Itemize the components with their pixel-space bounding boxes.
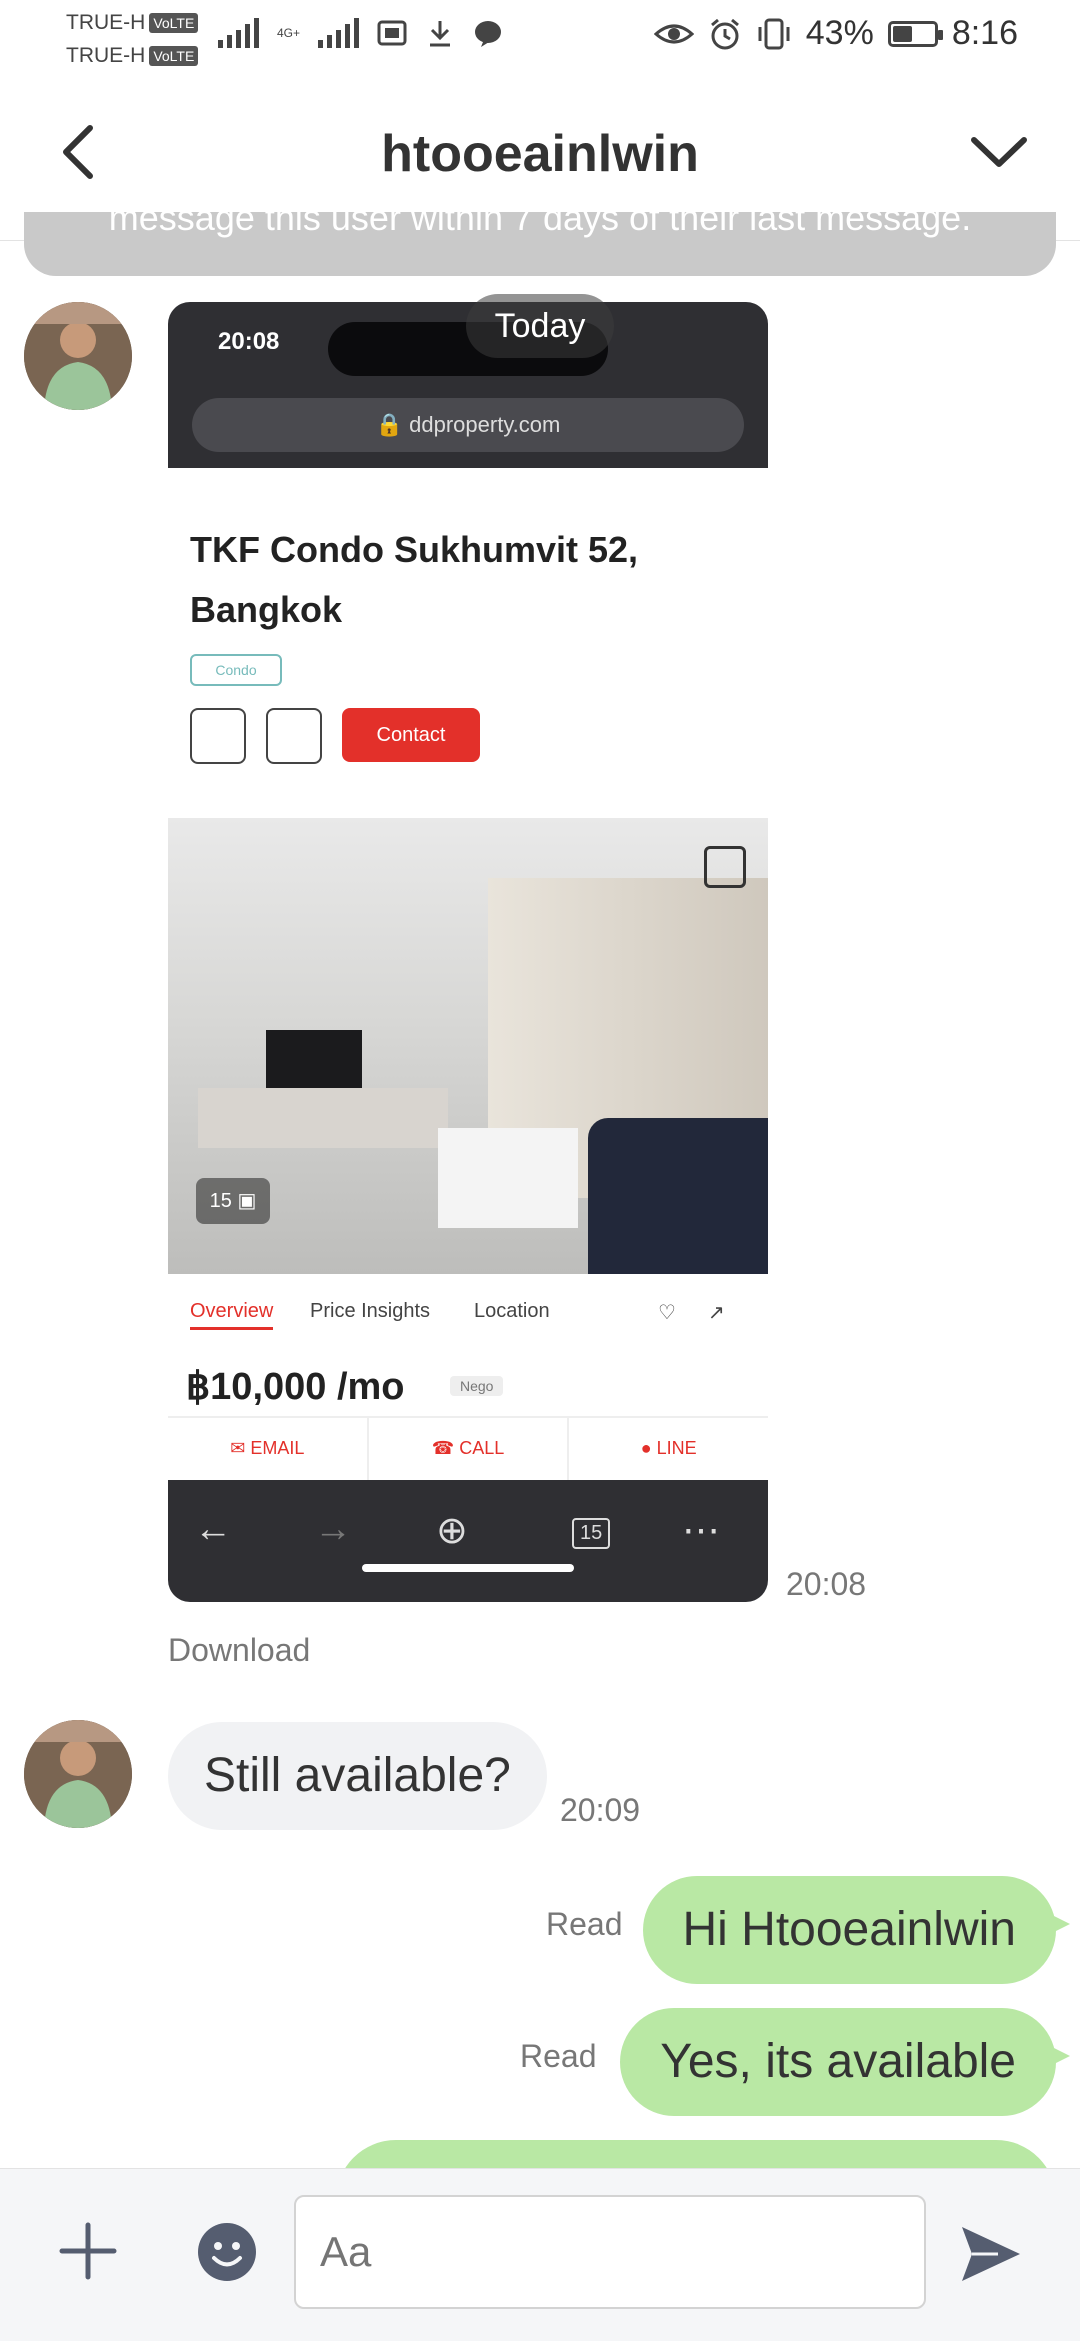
tabs-count-icon: 15 xyxy=(572,1518,611,1549)
plus-icon[interactable] xyxy=(58,2221,118,2281)
property-tag: Condo xyxy=(190,654,282,686)
share-icon: ↗ xyxy=(708,1302,725,1324)
vibrate-icon xyxy=(758,18,790,49)
url-bar: 🔒 ddproperty.com xyxy=(192,398,744,452)
listing-header: TKF Condo Sukhumvit 52, Bangkok Condo Co… xyxy=(168,468,768,828)
battery-icon xyxy=(887,20,943,47)
price-row: ฿10,000 /mo Nego xyxy=(168,1350,768,1416)
tab-location: Location xyxy=(474,1300,550,1322)
new-tab-icon: ⊕ xyxy=(436,1510,468,1552)
volte-badge: VoLTE xyxy=(149,46,199,67)
incoming-message[interactable]: Still available? xyxy=(168,1722,547,1830)
status-right: 43% 8:16 xyxy=(653,14,1018,53)
carrier-info: TRUE-H VoLTE TRUE-H VoLTE xyxy=(66,6,199,72)
notice-text: message this user within 7 days of their… xyxy=(108,212,972,238)
network-label: 4G+ xyxy=(277,26,301,40)
negotiable-badge: Nego xyxy=(450,1376,504,1396)
call-action: ☎ CALL xyxy=(369,1418,570,1482)
share-icon xyxy=(190,708,246,764)
read-receipt: Read xyxy=(546,1906,623,1942)
alarm-icon xyxy=(710,18,739,49)
back-arrow-icon: ← xyxy=(194,1508,232,1550)
home-indicator xyxy=(362,1564,574,1572)
message-composer xyxy=(0,2168,1080,2341)
browser-bottombar: ← → ⊕ 15 ⋯ xyxy=(168,1480,768,1602)
date-separator: Today xyxy=(466,294,614,358)
line-app-icon xyxy=(475,21,502,47)
chevron-down-icon[interactable] xyxy=(968,130,1030,174)
eye-icon xyxy=(653,24,694,43)
outgoing-message[interactable]: Hi Htooeainlwin xyxy=(642,1876,1070,1984)
url-text: ddproperty.com xyxy=(409,412,561,437)
coffee-table xyxy=(438,1128,578,1228)
photo-count: 15 ▣ xyxy=(196,1178,270,1224)
television xyxy=(266,1030,362,1088)
line-action: ● LINE xyxy=(640,1438,697,1458)
signal-icon xyxy=(218,18,259,48)
outgoing-message[interactable]: Yes, its available xyxy=(620,2008,1070,2116)
message-input[interactable] xyxy=(294,2195,926,2309)
heart-icon xyxy=(266,708,322,764)
forward-arrow-icon: → xyxy=(314,1508,352,1550)
expand-icon xyxy=(704,846,746,888)
send-icon[interactable] xyxy=(958,2221,1024,2287)
notice-banner: message this user within 7 days of their… xyxy=(24,212,1056,276)
email-action: ✉ EMAIL xyxy=(168,1418,369,1482)
screenshot-time: 20:08 xyxy=(218,328,280,355)
heart-icon: ♡ xyxy=(658,1302,676,1324)
listing-title: TKF Condo Sukhumvit 52, Bangkok xyxy=(190,529,639,630)
avatar-image xyxy=(24,1720,132,1828)
room-photo: 15 ▣ xyxy=(168,818,768,1274)
read-receipt: Read xyxy=(520,2038,597,2074)
tab-overview: Overview xyxy=(190,1300,274,1330)
contact-button: Contact xyxy=(342,708,480,762)
avatar[interactable] xyxy=(24,1720,132,1828)
photo-count-label: 15 xyxy=(209,1190,232,1212)
message-timestamp: 20:09 xyxy=(560,1792,641,1828)
status-icons: 4G+ xyxy=(218,18,503,48)
sofa xyxy=(588,1118,768,1274)
tv-cabinet xyxy=(198,1088,448,1148)
carrier-1-label: TRUE-H xyxy=(66,11,146,34)
download-icon xyxy=(430,21,451,47)
battery-fill xyxy=(892,25,912,42)
clock: 8:16 xyxy=(951,14,1018,52)
image-timestamp: 20:08 xyxy=(786,1566,867,1602)
status-bar: TRUE-H VoLTE TRUE-H VoLTE 4G+ 43% 8:16 xyxy=(0,0,1080,72)
listing-tabs: Overview Price Insights Location ♡ ↗ xyxy=(168,1274,768,1352)
signal-2-icon xyxy=(318,18,360,48)
carrier-2-label: TRUE-H xyxy=(66,44,146,67)
emoji-icon[interactable] xyxy=(196,2221,258,2283)
tab-price-insights: Price Insights xyxy=(310,1300,431,1322)
contact-actions: ✉ EMAIL ☎ CALL ● LINE xyxy=(168,1416,768,1482)
shared-screenshot-image[interactable]: 20:08 🔒 ddproperty.com TKF Condo Sukhumv… xyxy=(168,302,768,1602)
more-icon: ⋯ xyxy=(682,1510,720,1552)
avatar-image xyxy=(24,302,132,410)
avatar[interactable] xyxy=(24,302,132,410)
download-link[interactable]: Download xyxy=(168,1632,310,1669)
battery-percent: 43% xyxy=(805,14,874,52)
gallery-notification-icon xyxy=(377,20,407,46)
chat-title: htooeainlwin xyxy=(381,125,699,183)
price-value: ฿10,000 /mo xyxy=(186,1366,405,1408)
volte-badge: VoLTE xyxy=(149,13,199,34)
